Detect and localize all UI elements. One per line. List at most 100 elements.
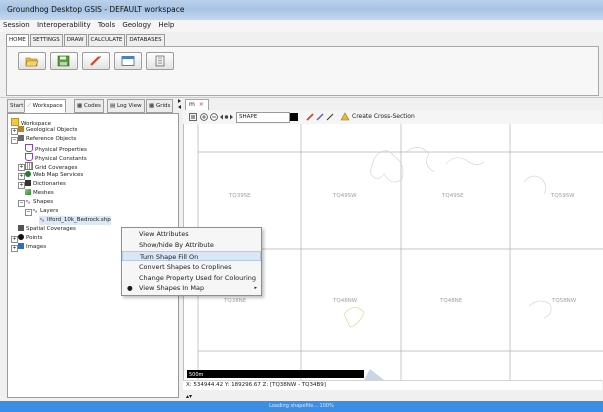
scale-label: 500m [189,372,204,378]
grid-label: TQ49SE [442,193,464,199]
expand-collapse-icon[interactable]: ▴▾ [186,393,192,400]
scale-bar: 500m [187,370,364,378]
shape-select[interactable]: SHAPE [236,112,290,123]
expand-toggle[interactable]: + [11,236,18,243]
grids-tab-icon: ▦ [149,103,155,109]
menu-item-convert-shapes-to-croplines[interactable]: Convert Shapes to Croplines [122,262,261,272]
zoom-out-icon[interactable] [210,113,218,121]
collapse-arrows-icon [178,99,181,109]
save-icon [57,55,70,67]
expand-toggle[interactable]: + [11,128,18,135]
menu-session[interactable]: Session [0,20,32,29]
save-button[interactable] [50,52,78,70]
tree-item-label: Web Map Services [33,172,84,178]
menu-bar: Session Interoperability Tools Geology H… [0,20,603,32]
grid-label: TQ58NW [552,298,577,304]
tree-item-physical-constants[interactable]: Physical Constants [25,153,87,162]
tab-grids[interactable]: ▦ Grids [146,99,174,113]
tab-codes-label: Codes [83,103,101,109]
tree-item-label: Meshes [33,190,54,196]
tree-item-dictionaries[interactable]: Dictionaries [25,180,66,189]
menu-item-turn-shape-fill-on[interactable]: Turn Shape Fill On [122,251,261,261]
grid-label: TQ48NE [440,298,463,304]
menu-geology[interactable]: Geology [119,20,153,29]
tree-item-reference-objects[interactable]: Reference Objects [18,135,76,144]
expand-toggle[interactable]: + [18,182,25,189]
tree-item-layers[interactable]: ∿ Layers [32,207,58,216]
map-tab-label: m [189,101,195,108]
grid-label: TQ59SW [551,193,575,199]
window-button[interactable] [114,52,142,70]
create-cross-section-button[interactable]: Create Cross-Section [352,113,415,120]
menu-item-view-attributes[interactable]: View Attributes [122,229,261,239]
expand-toggle[interactable]: + [18,173,25,180]
draw-button[interactable] [82,52,110,70]
collapse-toggle[interactable]: − [25,209,32,216]
pencil-icon[interactable] [306,112,315,121]
book-icon [18,135,24,141]
shapefile-icon: ∿ [39,216,45,224]
expand-toggle[interactable]: + [11,245,18,252]
tree-item-label: Images [26,244,47,250]
zoom-extent-icon[interactable] [189,113,197,121]
brush-icon[interactable] [326,112,335,121]
fill-color-swatch[interactable] [290,113,298,121]
folder-icon [11,118,19,126]
tree-item-label: Points [26,235,43,241]
layers-icon [18,126,24,132]
context-menu: View Attributes Show/hide By Attribute T… [121,227,262,296]
collapse-toggle[interactable]: − [11,137,18,144]
draw-icon [90,56,101,66]
tree-item-images[interactable]: Images [18,243,46,252]
pan-arrows-icon[interactable] [220,113,233,121]
shape-icon: ∿ [32,207,38,215]
menu-item-show-hide-by-attribute[interactable]: Show/hide By Attribute [122,240,261,250]
zoom-in-icon[interactable] [200,113,208,121]
progress-bar: Loading shapefile... 100% [0,401,603,412]
close-icon[interactable]: × [197,101,204,108]
tree-item-web-map-services[interactable]: Web Map Services [25,171,83,180]
tree-item-shapes[interactable]: ∿ Shapes [25,198,53,207]
cross-section-icon [340,112,350,121]
tree-item-label: Spatial Coverages [26,226,76,232]
flask-icon [25,153,33,161]
ribbon-panel [6,46,599,96]
tree-item-label: Shapes [33,199,54,205]
tree-item-meshes[interactable]: Meshes [25,189,54,198]
tab-log-view[interactable]: ▤ Log View [107,99,145,113]
title-bar: Groundhog Desktop GSIS - DEFAULT workspa… [0,0,603,20]
mesh-icon [25,189,31,195]
grid-icon [25,162,33,170]
menu-help[interactable]: Help [155,20,176,29]
menu-tools[interactable]: Tools [95,20,117,29]
tree-item-points[interactable]: Points [18,234,43,243]
codes-tab-icon: ▦ [77,103,83,109]
tree-item-geological-objects[interactable]: Geological Objects [18,126,77,135]
grid-label: TQ49SW [333,193,357,199]
tree-item-grid-coverages[interactable]: Grid Coverages [25,162,78,171]
map-tab[interactable]: m × [185,99,209,110]
open-button[interactable] [18,52,46,70]
workspace-tab-icon: ⟋ [27,103,31,109]
tree-item-label: Reference Objects [26,136,77,142]
expand-toggle[interactable]: + [18,164,25,171]
tab-workspace[interactable]: ⟋ Workspace [24,99,66,113]
left-panel-tabs: Start ⟋ Workspace ▦ Codes ▤ Log View ▦ G… [7,99,177,113]
submenu-arrow-icon: ▸ [254,285,257,291]
line-icon[interactable] [316,112,325,121]
tree-item-shapefile[interactable]: ∿ Ilford_10k_Bedrock.shp [39,216,111,225]
tree-item-spatial-coverages[interactable]: Spatial Coverages [18,225,76,234]
tab-codes[interactable]: ▦ Codes [74,99,104,113]
points-icon [18,234,24,240]
building-button[interactable] [146,52,174,70]
menu-item-change-property-colouring[interactable]: Change Property Used for Colouring [122,273,261,283]
collapse-toggle[interactable]: − [18,200,25,207]
window-icon [121,56,135,66]
map-tab-bar [183,98,602,110]
tree-item-physical-properties[interactable]: Physical Properties [25,144,87,153]
progress-text: Loading shapefile... 100% [269,403,334,409]
tab-log-view-label: Log View [116,103,142,109]
dictionary-icon [25,180,31,186]
menu-item-view-shapes-in-map[interactable]: ● View Shapes In Map ▸ [122,283,261,293]
menu-interoperability[interactable]: Interoperability [34,20,93,29]
